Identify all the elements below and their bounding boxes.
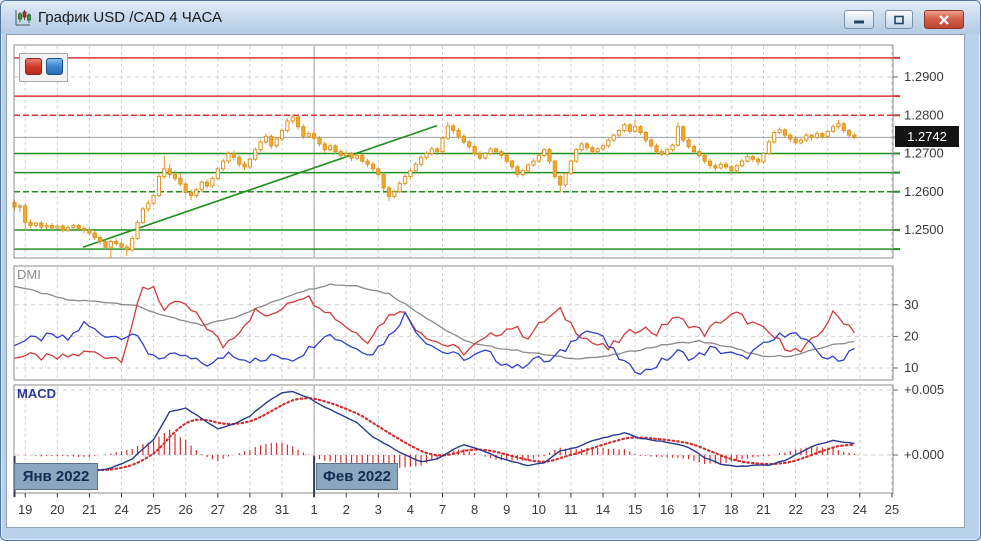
svg-text:14: 14 [596,502,610,517]
svg-text:25: 25 [146,502,160,517]
maximize-button[interactable] [885,10,913,29]
red-square-button[interactable] [25,58,42,75]
svg-text:+0.000: +0.000 [904,447,944,462]
dmi-panel-label: DMI [17,267,41,282]
close-button[interactable] [924,10,964,29]
chart-canvas: 1.2900 1.2800 1.2700 1.2600 1.2500 30 20 10 +0.0… [0,0,981,541]
svg-text:20: 20 [50,502,64,517]
svg-text:30: 30 [904,297,918,312]
svg-text:+0.005: +0.005 [904,382,944,397]
svg-text:1.2900: 1.2900 [904,69,944,84]
svg-text:15: 15 [628,502,642,517]
svg-text:21: 21 [756,502,770,517]
macd-panel-label: MACD [17,386,56,401]
svg-text:1.2600: 1.2600 [904,184,944,199]
svg-text:1.2800: 1.2800 [904,107,944,122]
svg-text:11: 11 [564,502,578,517]
chart-toolbar [19,53,68,82]
svg-text:16: 16 [660,502,674,517]
svg-text:23: 23 [820,502,834,517]
svg-text:10: 10 [904,360,918,375]
svg-text:28: 28 [243,502,257,517]
svg-text:4: 4 [407,502,414,517]
svg-text:7: 7 [439,502,446,517]
minimize-button[interactable] [844,10,874,29]
minimize-icon [853,15,865,24]
svg-text:21: 21 [82,502,96,517]
svg-text:22: 22 [788,502,802,517]
svg-text:2: 2 [343,502,350,517]
maximize-icon [894,15,905,25]
blue-square-button[interactable] [46,58,63,75]
close-icon [938,14,950,25]
svg-text:9: 9 [503,502,510,517]
svg-text:17: 17 [692,502,706,517]
candlestick-chart-icon [13,8,33,28]
svg-text:1.2500: 1.2500 [904,222,944,237]
svg-text:26: 26 [178,502,192,517]
month-label-jan: Янв 2022 [14,463,98,490]
svg-text:18: 18 [724,502,738,517]
titlebar[interactable]: График USD /CAD 4 ЧАСА [1,1,980,34]
svg-text:19: 19 [18,502,32,517]
window-title: График USD /CAD 4 ЧАСА [38,1,222,34]
svg-text:1: 1 [310,502,317,517]
month-label-feb: Фев 2022 [316,463,398,490]
svg-text:20: 20 [904,328,918,343]
svg-text:27: 27 [211,502,225,517]
svg-text:25: 25 [885,502,899,517]
svg-text:8: 8 [471,502,478,517]
svg-text:24: 24 [114,502,128,517]
svg-text:24: 24 [853,502,867,517]
svg-text:10: 10 [532,502,546,517]
svg-text:31: 31 [275,502,289,517]
svg-text:1.2700: 1.2700 [904,146,944,161]
current-price-badge: 1.2742 [895,126,959,147]
svg-text:3: 3 [375,502,382,517]
application-window: 1.2900 1.2800 1.2700 1.2600 1.2500 30 20 10 +0.0… [0,0,981,541]
